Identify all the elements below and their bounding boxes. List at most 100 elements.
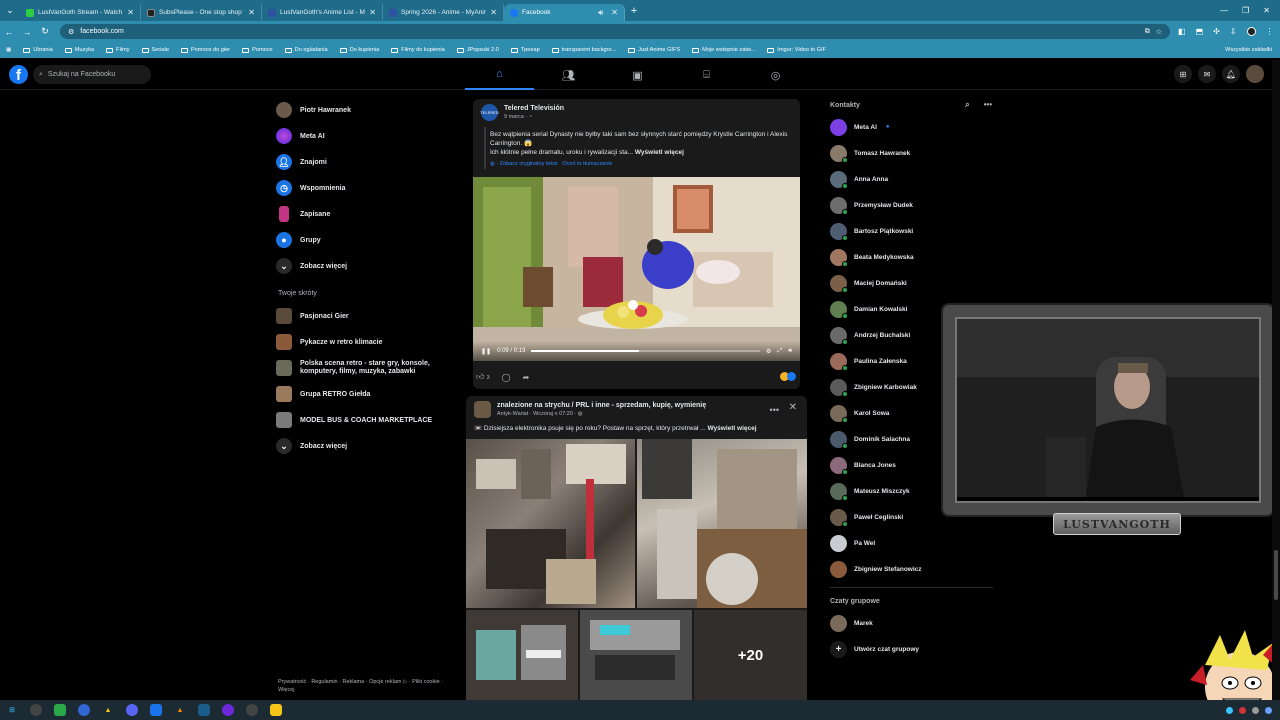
groups-icon[interactable]: ◎: [741, 60, 810, 90]
profile-avatar[interactable]: [1246, 27, 1256, 36]
contact-item[interactable]: Pa Wel: [830, 530, 1000, 556]
friends-icon[interactable]: 👥︎: [534, 60, 603, 90]
browser-tab[interactable]: LustVanGoth's Anime List - My ✕: [262, 4, 383, 21]
puzzle-icon[interactable]: ✣: [1213, 27, 1220, 36]
apps-grid-icon[interactable]: ▦: [6, 47, 11, 53]
photo[interactable]: [466, 610, 578, 700]
bookmark-item[interactable]: Do ogladania: [284, 47, 328, 53]
contact-item[interactable]: Bartosz Piątkowski: [830, 218, 1000, 244]
sidebar-item-meta-ai[interactable]: Meta AI: [276, 123, 446, 149]
contact-item[interactable]: Anna Anna: [830, 166, 1000, 192]
browser-tab[interactable]: Spring 2026 - Anime - MyAnim ✕: [383, 4, 504, 21]
tray-icon[interactable]: [1226, 706, 1233, 714]
shortcut-item[interactable]: Grupa RETRO Giełda: [276, 381, 446, 407]
contact-item[interactable]: Zbigniew Stefanowicz: [830, 556, 1000, 582]
extension-icon[interactable]: ⬒: [1196, 27, 1204, 36]
shortcut-item[interactable]: Pykacze w retro klimacie: [276, 329, 446, 355]
see-more-link[interactable]: Wyświetl więcej: [635, 149, 684, 156]
page-avatar[interactable]: TELERED: [480, 104, 499, 121]
bookmark-item[interactable]: Imgur: Video to GIF: [767, 47, 826, 53]
tray-icon[interactable]: [1239, 706, 1246, 714]
group-name[interactable]: znalezione na strychu / PRL i inne - spr…: [497, 402, 706, 409]
bookmark-item[interactable]: Muzyka: [64, 47, 94, 53]
tray-icon[interactable]: [1265, 706, 1272, 714]
contact-item[interactable]: Maciej Domański: [830, 270, 1000, 296]
more-photos-count[interactable]: +20: [694, 610, 807, 700]
see-more-shortcuts-button[interactable]: ⌄ Zobacz więcej: [276, 433, 446, 459]
app-icon[interactable]: [54, 704, 66, 716]
close-icon[interactable]: ✕: [127, 8, 134, 17]
maximize-icon[interactable]: ❐: [1242, 6, 1249, 15]
menu-icon[interactable]: ⋮: [1266, 27, 1274, 36]
bookmark-item[interactable]: Just Anime GIFS: [628, 47, 680, 53]
post-meta[interactable]: Antyk-Wariat · Wczoraj o 07:20 · ◍: [497, 411, 706, 417]
reload-icon[interactable]: ↻: [36, 26, 54, 37]
settings-icon[interactable]: ⚙: [766, 348, 771, 355]
group-avatar[interactable]: [474, 401, 491, 418]
discord-icon[interactable]: [126, 704, 138, 716]
video-icon[interactable]: ▣: [603, 60, 672, 90]
facebook-logo-icon[interactable]: f: [9, 65, 28, 84]
app-icon[interactable]: [222, 704, 234, 716]
app-icon[interactable]: ▲: [102, 704, 114, 716]
browser-tab-active[interactable]: Facebook 🔊︎ ✕: [504, 4, 625, 21]
close-icon[interactable]: ✕: [490, 8, 497, 17]
like-icon[interactable]: 👍︎ 3: [476, 372, 490, 382]
minimize-icon[interactable]: —: [1220, 6, 1228, 15]
bookmark-item[interactable]: Seriale: [141, 47, 169, 53]
bookmark-item[interactable]: Ubrania: [23, 47, 53, 53]
speaker-icon[interactable]: 🔊︎: [598, 8, 603, 18]
photo[interactable]: [580, 610, 692, 700]
browser-tab[interactable]: SubsPlease - One stop shop fo ✕: [141, 4, 262, 21]
bookmark-item[interactable]: Pomoce: [242, 47, 273, 53]
close-icon[interactable]: ✕: [611, 8, 618, 17]
obs-icon[interactable]: [246, 704, 258, 716]
steam-icon[interactable]: [198, 704, 210, 716]
see-more-button[interactable]: ⌄ Zobacz więcej: [276, 253, 446, 279]
home-icon[interactable]: ⌂: [465, 60, 534, 90]
shortcut-item[interactable]: MODEL BUS & COACH MARKETPLACE: [276, 407, 446, 433]
contact-item[interactable]: Meta AI ●: [830, 114, 1000, 140]
address-bar[interactable]: ⚙ facebook.com ⧉ ☆: [60, 24, 1170, 39]
search-icon[interactable]: ⌕: [965, 100, 969, 110]
windows-start-icon[interactable]: ⊞: [6, 704, 18, 716]
forward-icon[interactable]: →: [18, 27, 36, 37]
close-window-icon[interactable]: ✕: [1263, 6, 1270, 15]
all-bookmarks-button[interactable]: Wszystkie zakładki: [1225, 42, 1272, 58]
translation-note[interactable]: ◍ · Zobacz oryginalny tekst · Oceń to tł…: [490, 161, 613, 167]
browser-tab[interactable]: LustVanGoth Stream - Watch Li ✕: [20, 4, 141, 21]
video-progress-bar[interactable]: [531, 350, 761, 352]
bookmark-item[interactable]: Filmy do kupienia: [391, 47, 445, 53]
scrollbar-thumb[interactable]: [1274, 550, 1278, 600]
bookmark-star-icon[interactable]: ☆: [1156, 28, 1162, 36]
new-tab-button[interactable]: +: [625, 5, 643, 17]
sidebar-item-friends[interactable]: 👤︎ Znajomi: [276, 149, 446, 175]
photo[interactable]: +20: [694, 610, 807, 700]
shortcut-item[interactable]: Polska scena retro - stare gry, konsole,…: [276, 355, 446, 381]
menu-grid-icon[interactable]: ⊞: [1174, 65, 1192, 83]
contact-item[interactable]: Beata Medykowska: [830, 244, 1000, 270]
bookmark-item[interactable]: transparent backgro...: [551, 47, 616, 53]
bookmark-item[interactable]: Tpeeap: [510, 47, 540, 53]
marketplace-icon[interactable]: ⌸: [672, 60, 741, 90]
close-icon[interactable]: ✕: [248, 8, 255, 17]
sidebar-item-memories[interactable]: ◷ Wspomnienia: [276, 175, 446, 201]
close-icon[interactable]: ✕: [369, 8, 376, 17]
bookmark-item[interactable]: Do kupienia: [339, 47, 379, 53]
contact-item[interactable]: Przemysław Dudek: [830, 192, 1000, 218]
search-input[interactable]: ⌕ Szukaj na Facebooku: [33, 65, 151, 84]
chrome-icon[interactable]: [30, 704, 42, 716]
create-group-chat-button[interactable]: + Utwórz czat grupowy: [830, 636, 1000, 662]
sidebar-item-groups[interactable]: ● Grupy: [276, 227, 446, 253]
sidebar-item-profile[interactable]: Piotr Hawranek: [276, 97, 446, 123]
page-scrollbar[interactable]: [1272, 60, 1280, 700]
extension-icon[interactable]: ◧: [1178, 27, 1186, 36]
app-icon[interactable]: [150, 704, 162, 716]
vlc-icon[interactable]: ▲: [174, 704, 186, 716]
shortcut-item[interactable]: Pasjonaci Gier: [276, 303, 446, 329]
photo[interactable]: [466, 439, 635, 608]
bookmark-item[interactable]: JPopsuki 2.0: [456, 47, 499, 53]
volume-icon[interactable]: 🔊︎: [788, 348, 792, 355]
notifications-icon[interactable]: 🔔︎: [1222, 65, 1240, 83]
tab-search-icon[interactable]: ⌄: [0, 0, 20, 21]
